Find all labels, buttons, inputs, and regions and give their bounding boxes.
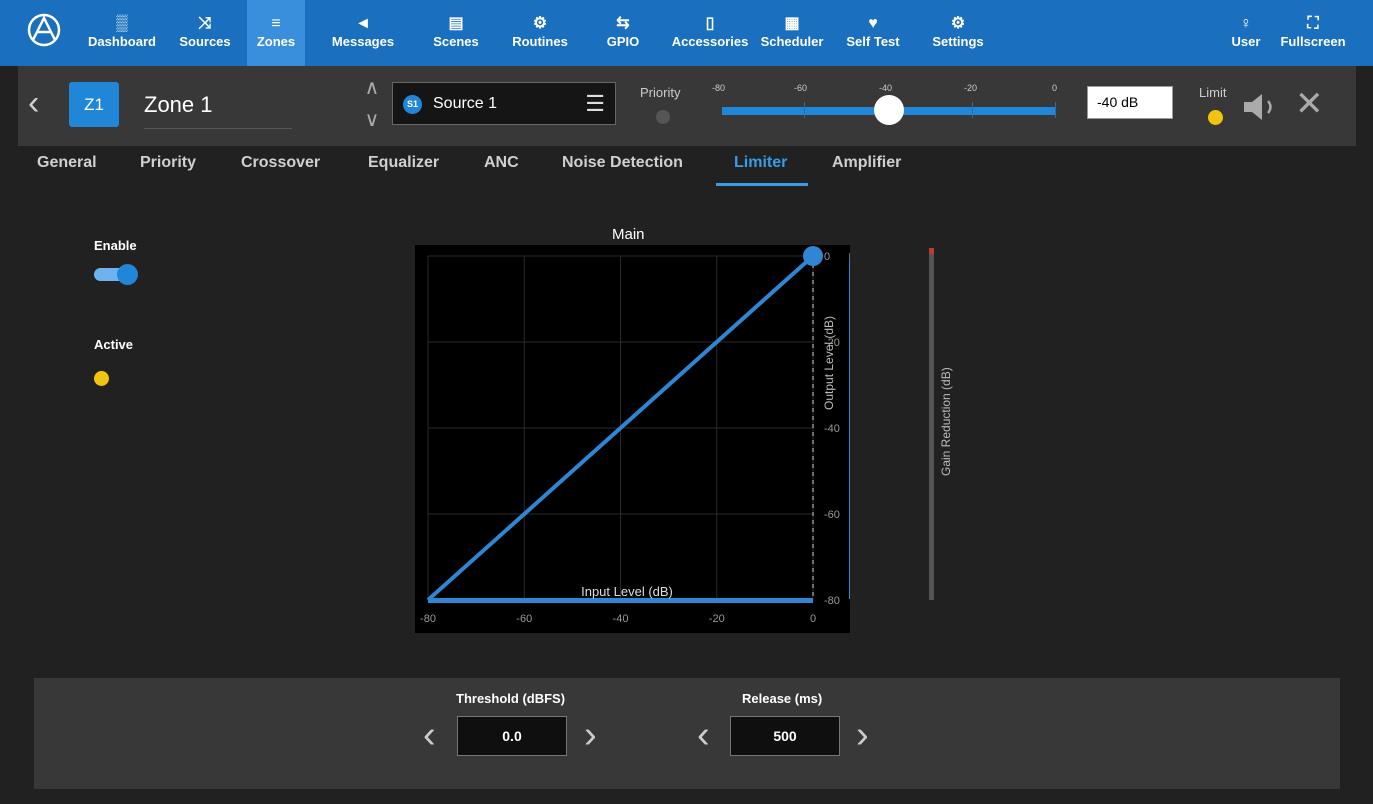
nav-messages[interactable]: ◄ Messages [330,14,396,58]
close-icon[interactable]: ✕ [1295,84,1324,124]
x-tick-label: -20 [709,613,725,625]
release-field[interactable]: 500 [730,716,840,756]
speaker-icon[interactable] [1242,92,1282,122]
tab-limiter[interactable]: Limiter [734,154,787,172]
top-nav: ▒ Dashboard ⤨ Sources ≡ Zones ◄ Messages… [0,0,1373,66]
parameter-panel [34,678,1340,789]
tab-amplifier[interactable]: Amplifier [832,154,901,172]
threshold-decrement-chevron-icon[interactable]: ‹ [423,713,436,757]
x-axis-label: Input Level (dB) [581,584,673,599]
nav-gpio[interactable]: ⇆ GPIO [603,14,643,58]
volume-tick-mark [804,102,805,118]
logo-icon [27,13,61,47]
clapperboard-icon: ▤ [448,15,464,32]
gain-reduction-peak [929,248,934,254]
tab-priority[interactable]: Priority [140,154,196,172]
zone-name-underline [144,128,292,129]
list-icon[interactable]: ☰ [585,92,605,116]
active-tab-indicator [716,183,808,186]
toggle-knob [117,264,138,285]
volume-tick-mark [972,102,973,118]
app-window: ▒ Dashboard ⤨ Sources ≡ Zones ◄ Messages… [0,0,1373,804]
layers-icon: ≡ [271,15,281,32]
volume-db-field[interactable]: -40 dB [1087,86,1173,119]
volume-tick-label: -20 [964,83,978,93]
gain-reduction-axis-label: Gain Reduction (dB) [939,367,953,476]
user-icon: ♀ [1240,15,1252,32]
nav-scheduler[interactable]: ▦ Scheduler [757,14,827,58]
enable-toggle[interactable] [94,264,140,285]
nav-sources[interactable]: ⤨ Sources [176,14,234,58]
threshold-increment-chevron-icon[interactable]: › [584,713,597,757]
chart-svg: -80 -60 -40 -20 00-20-40-60-80Input Level (d… [420,246,850,625]
limit-indicator [1208,110,1223,125]
tab-noise-detection[interactable]: Noise Detection [562,154,683,172]
threshold-label: Threshold (dBFS) [456,691,566,706]
gpio-icon: ⇆ [616,15,630,32]
release-label: Release (ms) [742,691,823,706]
y-tick-label: -80 [824,595,840,607]
y-tick-label: -40 [824,423,840,435]
volume-tick-label: -40 [879,83,893,93]
back-chevron-icon[interactable]: ‹ [28,86,39,120]
dashboard-icon: ▒ [116,15,128,32]
active-indicator [94,371,109,386]
nav-accessories[interactable]: ▯ Accessories [666,14,754,58]
volume-tick-label: -80 [712,83,726,93]
tab-anc[interactable]: ANC [484,154,519,172]
fullscreen-icon: ⛶ [1307,15,1319,32]
priority-label: Priority [640,85,681,100]
output-level-bar-cap [849,253,850,259]
nav-routines[interactable]: ⚙ Routines [509,14,571,58]
tablet-icon: ▯ [705,15,715,32]
source-name: Source 1 [433,95,498,112]
output-axis-label: Output Level (dB) [822,315,836,410]
heart-test-icon: ♥ [868,15,878,32]
tab-equalizer[interactable]: Equalizer [368,154,439,172]
nav-fullscreen[interactable]: ⛶ Fullscreen [1270,14,1356,58]
y-tick-label: -60 [824,509,840,521]
enable-label: Enable [94,238,137,253]
threshold-field[interactable]: 0.0 [457,716,567,756]
tab-crossover[interactable]: Crossover [241,154,320,172]
shuffle-icon: ⤨ [198,15,212,32]
source-prev-chevron-icon[interactable]: ∧ [361,78,383,98]
release-increment-chevron-icon[interactable]: › [856,713,869,757]
tab-general[interactable]: General [37,154,97,172]
chart-title: Main [612,226,645,243]
volume-slider-thumb[interactable] [874,95,904,125]
calendar-icon: ▦ [784,15,800,32]
y-tick-label: 0 [824,251,830,263]
zone-badge: Z1 [69,82,119,127]
release-decrement-chevron-icon[interactable]: ‹ [697,713,710,757]
source-next-chevron-icon[interactable]: ∨ [361,110,383,130]
x-tick-label: 0 [810,613,816,625]
volume-tick-label: 0 [1052,83,1058,93]
x-tick-label: -40 [613,613,629,625]
gear-icon: ⚙ [950,15,966,32]
threshold-handle [803,246,823,266]
zone-bar: ‹ Z1 Zone 1 ∧ ∨ S1 Source 1 ☰ Priority -… [18,66,1356,146]
output-level-bar [849,259,850,599]
active-label: Active [94,337,134,352]
nav-dashboard[interactable]: ▒ Dashboard [86,14,158,58]
source-selector[interactable]: S1 Source 1 ☰ [392,82,616,125]
source-badge: S1 [403,95,422,114]
volume-tick-mark [1055,102,1056,118]
megaphone-icon: ◄ [355,15,371,32]
volume-tick-label: -60 [794,83,808,93]
nav-zones[interactable]: ≡ Zones [247,0,305,66]
gears-icon: ⚙ [532,15,548,32]
x-tick-label: -60 [516,613,532,625]
nav-self-test[interactable]: ♥ Self Test [843,14,903,58]
nav-scenes[interactable]: ▤ Scenes [428,14,484,58]
gain-reduction-meter [929,248,934,600]
limiter-chart: -80 -60 -40 -20 0 0 -20 -40 -60 -80 Input Level (d… [415,245,850,633]
x-tick-label: -80 [420,613,436,625]
nav-settings[interactable]: ⚙ Settings [928,14,988,58]
nav-user[interactable]: ♀ User [1228,14,1264,58]
priority-indicator [656,110,670,124]
zone-name[interactable]: Zone 1 [144,92,213,118]
limit-label: Limit [1199,85,1227,100]
